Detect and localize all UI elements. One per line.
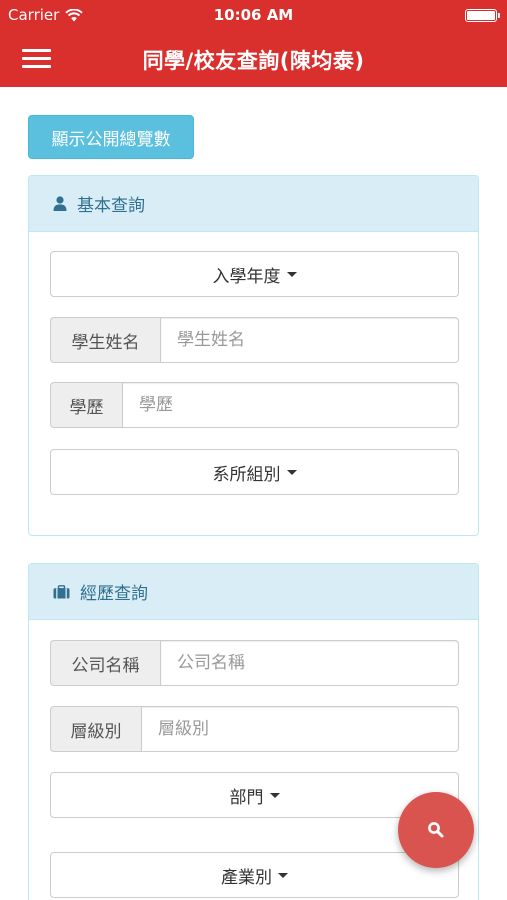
caret-down-icon <box>278 872 288 878</box>
student-name-group: 學生姓名 <box>50 317 459 363</box>
battery-icon <box>465 9 500 22</box>
company-name-input[interactable] <box>160 640 459 686</box>
enrollment-year-dropdown[interactable]: 入學年度 <box>50 251 459 297</box>
status-bar: Carrier 10:06 AM <box>0 0 507 31</box>
industry-label: 產業別 <box>221 867 272 888</box>
show-total-button[interactable]: 顯示公開總覽數 <box>28 115 194 159</box>
basic-query-title: 基本查詢 <box>77 196 145 216</box>
basic-query-panel: 基本查詢 入學年度 學生姓名 學歷 系所組別 <box>28 175 479 536</box>
department-dropdown[interactable]: 系所組別 <box>50 449 459 495</box>
degree-addon: 學歷 <box>50 382 122 428</box>
basic-query-heading: 基本查詢 <box>29 176 478 232</box>
student-name-addon: 學生姓名 <box>50 317 160 363</box>
search-fab-button[interactable] <box>398 792 474 868</box>
search-icon <box>428 822 444 838</box>
caret-down-icon <box>286 271 297 277</box>
division-label: 部門 <box>229 787 264 808</box>
division-dropdown[interactable]: 部門 <box>50 772 459 818</box>
user-icon <box>53 196 67 211</box>
company-name-addon: 公司名稱 <box>50 640 160 686</box>
enrollment-year-label: 入學年度 <box>212 266 281 287</box>
level-input[interactable] <box>141 706 459 752</box>
briefcase-icon <box>53 584 70 598</box>
degree-group: 學歷 <box>50 382 459 428</box>
experience-query-title: 經歷查詢 <box>80 584 148 604</box>
clock: 10:06 AM <box>213 6 294 24</box>
caret-down-icon <box>286 469 297 475</box>
student-name-input[interactable] <box>160 317 459 363</box>
company-name-group: 公司名稱 <box>50 640 459 686</box>
industry-dropdown[interactable]: 產業別 <box>50 852 459 898</box>
degree-input[interactable] <box>122 382 459 428</box>
department-label: 系所組別 <box>212 464 281 485</box>
caret-down-icon <box>269 792 280 798</box>
level-group: 層級別 <box>50 706 459 752</box>
page-title: 同學/校友查詢(陳均泰) <box>142 49 365 73</box>
level-addon: 層級別 <box>50 706 141 752</box>
nav-bar: 同學/校友查詢(陳均泰) <box>0 31 507 87</box>
experience-query-heading: 經歷查詢 <box>29 564 478 620</box>
